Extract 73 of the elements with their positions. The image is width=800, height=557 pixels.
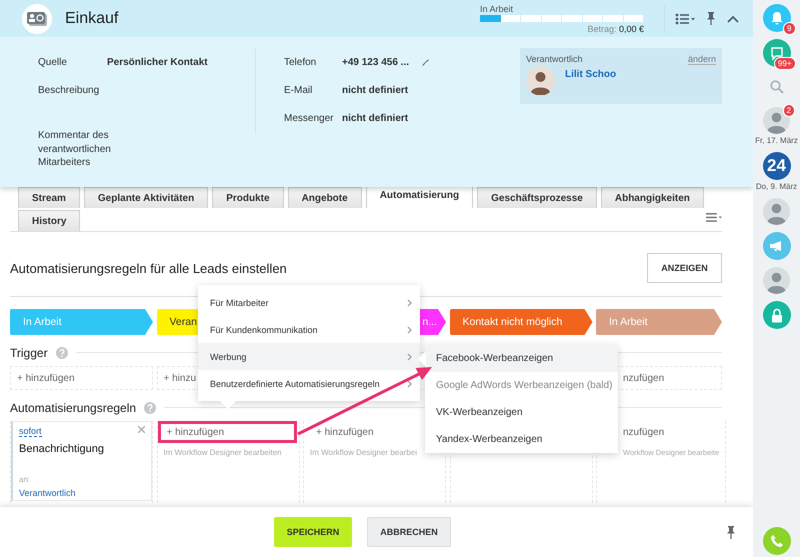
tab[interactable]: Produkte [212,187,284,208]
menu-pointer [418,351,426,367]
chevron-icon [407,352,412,360]
tab[interactable]: Angebote [288,187,362,208]
avatar-icon[interactable] [763,198,790,225]
stage-label: In Arbeit [480,4,514,14]
search-icon[interactable] [770,80,784,94]
menu-item[interactable]: Facebook-Werbeanzeigen [425,345,618,372]
count-badge: 2 [782,104,795,117]
change-link[interactable]: ändern [688,54,716,65]
field-label: Telefon [284,56,318,68]
menu-icon[interactable] [706,213,722,222]
add-link[interactable]: nzufügen [623,372,664,384]
add-link[interactable]: + hinzufügen [316,427,374,438]
date-label: Fr, 17. März [755,136,798,145]
field-label: E-Mail [284,84,314,96]
field-label: Kommentar des verantwortlichen Mitarbeiters [38,129,112,170]
show-button[interactable]: ANZEIGEN [647,253,722,283]
tab[interactable]: Geplante Aktivitäten [84,187,208,208]
section-title: Trigger [10,346,48,360]
tab[interactable]: History [18,210,80,231]
responsible-name[interactable]: Lilit Schoo [565,69,616,80]
section-title: Automatisierungsregeln [10,400,136,414]
megaphone-icon[interactable] [762,232,790,260]
chevron-icon [407,326,412,334]
field-label: Quelle [38,56,68,68]
tab[interactable]: Automatisierung [366,187,474,208]
menu-item[interactable]: Werbung [198,343,420,370]
responsible-label: Verantwortlich [526,54,583,65]
add-link[interactable]: + hinzu [158,372,196,384]
app-logo[interactable]: 24 [762,152,790,180]
tab[interactable]: Stream [18,187,80,208]
menu-item[interactable]: Yandex-Werbeanzeigen [425,426,618,453]
close-icon[interactable] [138,426,145,433]
add-link[interactable]: nzufügen [623,427,664,438]
avatar-icon[interactable] [763,107,790,134]
save-button[interactable]: SPEICHERN [274,517,352,547]
date-label: Do, 9. März [756,182,798,191]
delay-link[interactable]: sofort [19,426,42,437]
field-label: Messenger [284,112,334,124]
menu-item[interactable]: Benutzerdefinierte Automatisierungsregeln [198,370,420,397]
cancel-button[interactable]: ABBRECHEN [367,517,451,547]
recipient-link[interactable]: Verantwortlich [19,488,145,498]
contact-card-icon [22,4,52,34]
pin-icon[interactable] [707,12,715,25]
avatar-icon [526,66,555,95]
field-value: Persönlicher Kontakt [107,56,208,68]
deal-title: Einkauf [65,10,120,28]
pin-icon[interactable] [727,526,735,538]
list-icon[interactable] [675,12,695,24]
rule-card[interactable]: sofort Benachrichtigung an: Verantwortlich [11,421,152,501]
count-badge: 9 [783,22,796,35]
count-badge: 99+ [774,57,796,70]
menu-item[interactable]: VK-Werbeanzeigen [425,399,618,426]
chevron-icon [407,380,412,388]
tab[interactable]: Abhangigkeiten [600,187,704,208]
field-label: Beschreibung [38,84,100,96]
recipient-label: an: [19,475,32,484]
amount-text: Betrag: 0,00 € [586,24,644,34]
menu-item[interactable]: Für Mitarbeiter [198,289,420,316]
rule-title: Benachrichtigung [19,443,106,455]
field-value: nicht definiert [342,84,408,96]
chevron-icon [407,298,412,306]
field-value: +49 123 456 ... [342,56,410,68]
page-title: Automatisierungsregeln für alle Leads einstellen [10,260,287,276]
avatar-icon[interactable] [763,267,790,294]
field-value: nicht definiert [342,112,408,124]
tab[interactable]: Geschäftsprozesse [477,187,597,208]
lock-icon[interactable] [762,301,790,329]
collapse-icon[interactable] [727,14,739,22]
add-link[interactable]: + hinzufügen [158,421,296,443]
notifications-icon[interactable] [762,4,790,32]
menu-item[interactable]: Für Kundenkommunikation [198,316,420,343]
